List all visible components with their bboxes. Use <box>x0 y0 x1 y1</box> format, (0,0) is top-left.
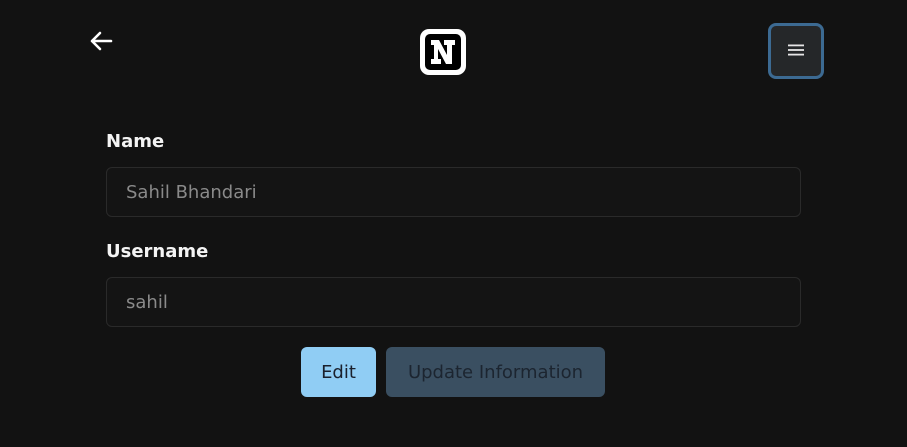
menu-button[interactable] <box>768 23 824 79</box>
app-logo[interactable] <box>418 27 468 77</box>
arrow-left-icon <box>88 29 114 57</box>
username-field[interactable] <box>106 277 801 327</box>
name-label: Name <box>106 131 165 152</box>
username-label: Username <box>106 241 209 262</box>
edit-button[interactable]: Edit <box>301 347 376 397</box>
update-information-button[interactable]: Update Information <box>386 347 605 397</box>
hamburger-menu-icon <box>787 42 805 61</box>
back-button[interactable] <box>86 28 116 58</box>
name-field[interactable] <box>106 167 801 217</box>
